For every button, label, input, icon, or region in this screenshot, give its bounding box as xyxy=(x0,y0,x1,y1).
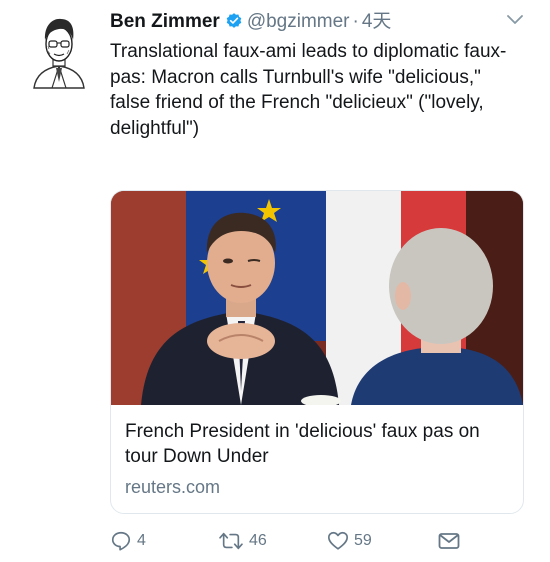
card-title: French President in 'delicious' faux pas… xyxy=(125,421,480,467)
card-image xyxy=(111,191,523,405)
retweet-icon xyxy=(219,532,243,550)
link-card[interactable]: French President in 'delicious' faux pas… xyxy=(110,190,524,514)
reply-button[interactable]: 4 xyxy=(110,529,146,553)
author-handle[interactable]: @bgzimmer xyxy=(247,11,350,32)
reply-count: 4 xyxy=(137,532,146,549)
chevron-down-icon[interactable] xyxy=(506,13,524,27)
like-count: 59 xyxy=(354,532,372,549)
reply-icon xyxy=(111,531,131,551)
like-button[interactable]: 59 xyxy=(327,529,372,553)
retweet-count: 46 xyxy=(249,532,267,549)
tweet-header: Ben Zimmer @bgzimmer · 4天 xyxy=(110,10,530,36)
avatar[interactable] xyxy=(28,8,90,90)
retweet-button[interactable]: 46 xyxy=(218,529,267,553)
separator-dot: · xyxy=(352,11,359,32)
envelope-icon xyxy=(438,533,460,549)
heart-icon xyxy=(328,531,348,550)
direct-message-button[interactable] xyxy=(437,529,461,553)
card-domain: reuters.com xyxy=(125,477,221,497)
verified-badge-icon xyxy=(226,13,242,28)
author-name[interactable]: Ben Zimmer xyxy=(110,11,220,32)
tweet-text: Translational faux-ami leads to diplomat… xyxy=(110,41,507,139)
tweet-timestamp[interactable]: 4天 xyxy=(362,11,392,32)
